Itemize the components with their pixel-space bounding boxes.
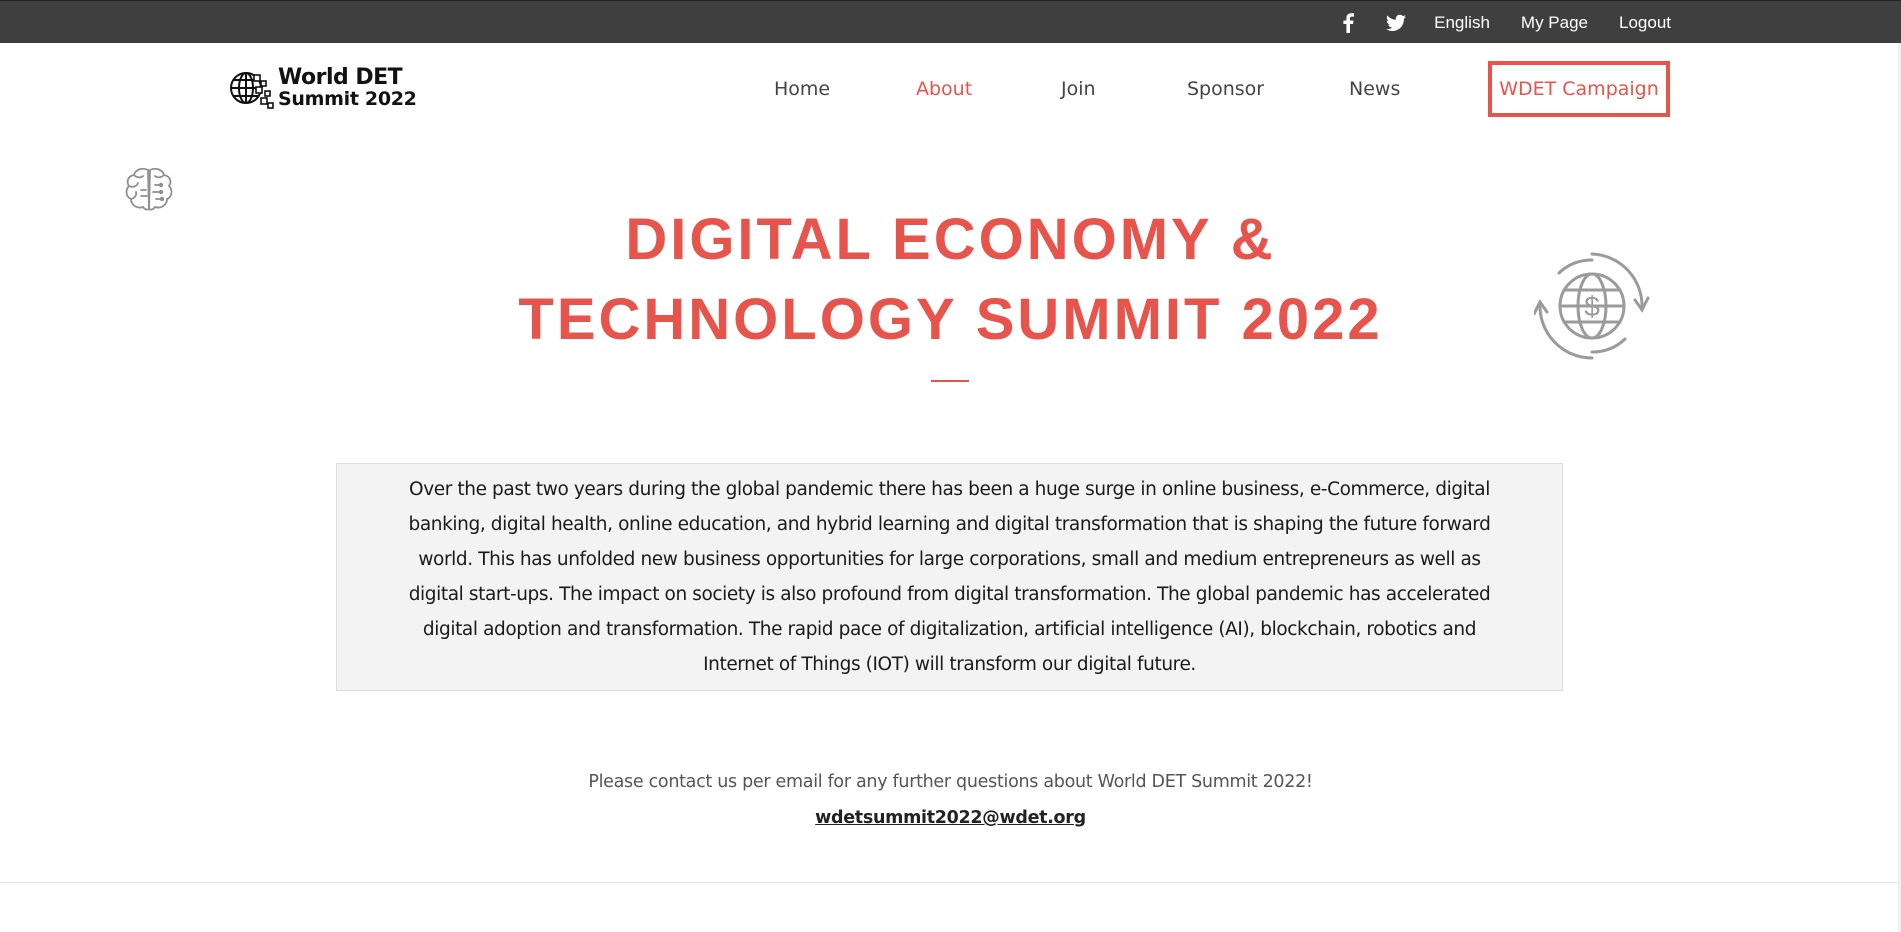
footer-divider	[0, 882, 1901, 883]
wdet-campaign-button[interactable]: WDET Campaign	[1488, 61, 1670, 117]
nav-item-about[interactable]: About	[916, 61, 972, 117]
top-utility-links: English My Page Logout	[1338, 1, 1671, 44]
intro-text: Over the past two years during the globa…	[408, 479, 1491, 675]
language-link[interactable]: English	[1434, 13, 1490, 33]
nav-item-join[interactable]: Join	[1061, 61, 1096, 117]
nav-item-news[interactable]: News	[1349, 61, 1400, 117]
facebook-icon[interactable]	[1338, 12, 1358, 33]
contact-email-link[interactable]: wdetsummit2022@wdet.org	[0, 808, 1901, 828]
contact-text: Please contact us per email for any furt…	[588, 772, 1313, 792]
twitter-icon[interactable]	[1386, 13, 1407, 33]
page-title-line2: TECHNOLOGY SUMMIT 2022	[518, 287, 1383, 352]
nav-item-home[interactable]: Home	[774, 61, 830, 117]
logout-link[interactable]: Logout	[1619, 13, 1671, 33]
nav-item-sponsor[interactable]: Sponsor	[1187, 61, 1264, 117]
title-divider	[931, 380, 969, 382]
intro-box: Over the past two years during the globa…	[336, 463, 1563, 691]
top-utility-bar: English My Page Logout	[0, 0, 1901, 43]
site-header: World DET Summit 2022 Home About Join Sp…	[0, 43, 1901, 138]
my-page-link[interactable]: My Page	[1521, 13, 1588, 33]
page-title: DIGITAL ECONOMY & TECHNOLOGY SUMMIT 2022	[0, 200, 1901, 360]
page-title-line1: DIGITAL ECONOMY &	[625, 207, 1276, 272]
